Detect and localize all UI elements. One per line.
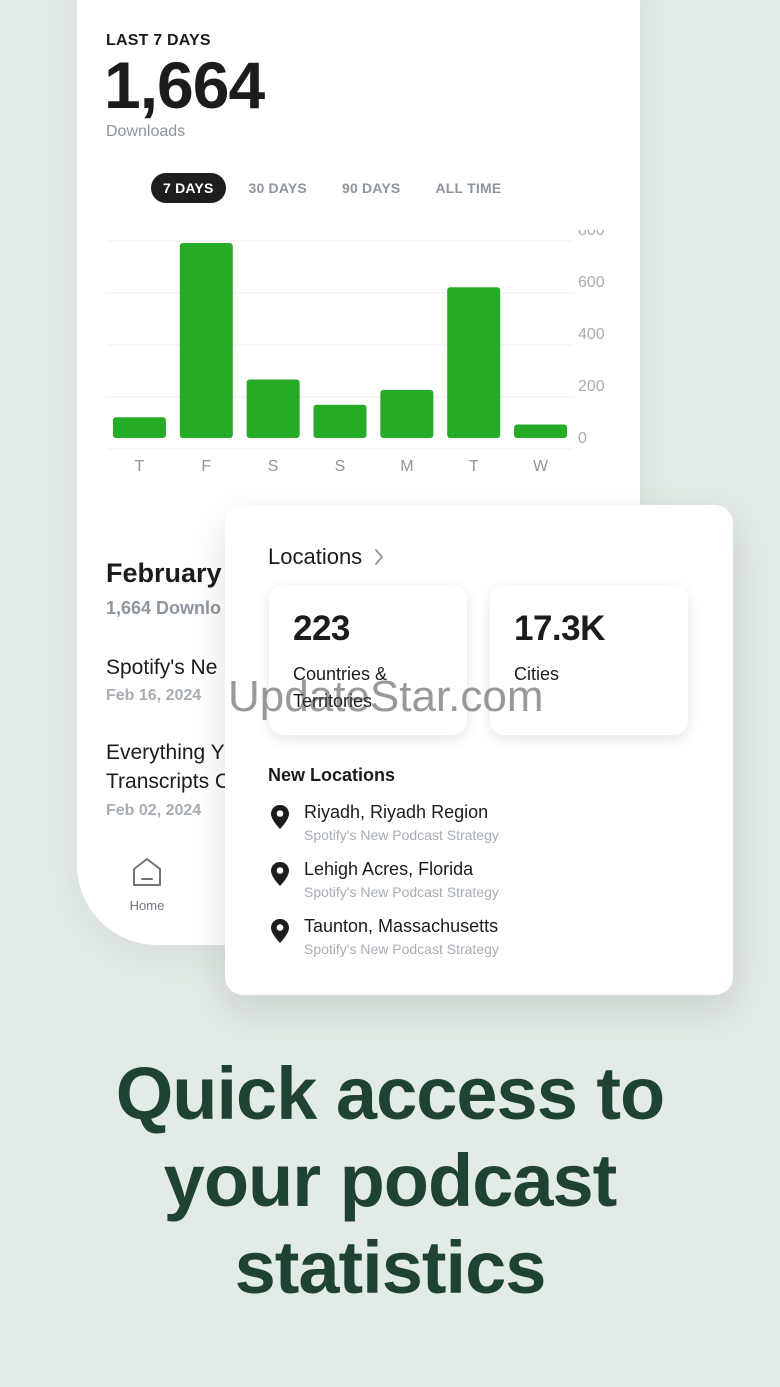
marketing-headline: Quick access to your podcast statistics [0,1050,780,1311]
list-item[interactable]: Riyadh, Riyadh Region Spotify's New Podc… [270,802,690,850]
home-tab-label: Home [129,898,165,913]
y-tick-label: 0 [578,430,587,447]
countries-count: 223 [293,609,350,648]
month-heading: February [106,558,222,588]
new-locations-title: New Locations [268,765,396,785]
location-show: Spotify's New Podcast Strategy [304,884,499,900]
cities-count: 17.3K [514,609,605,648]
headline-line: your podcast [163,1139,618,1222]
home-tab[interactable]: Home [127,857,167,913]
chevron-right-icon [375,549,384,565]
map-pin-icon [271,862,289,886]
tab-7-days[interactable]: 7 DAYS [151,173,226,203]
map-pin-icon [271,805,289,829]
location-name: Lehigh Acres, Florida [304,859,474,879]
chart-bar[interactable] [112,417,166,438]
locations-card: Locations 223 Countries & Territories 17… [225,505,733,995]
chart-bar[interactable] [179,243,233,438]
y-tick-label: 400 [578,326,605,343]
watermark: UpdateStar.com [228,672,544,721]
tab-90-days[interactable]: 90 DAYS [330,173,412,203]
tab-30-days[interactable]: 30 DAYS [237,173,319,203]
episode-title[interactable]: Spotify's Ne [106,653,217,682]
list-item[interactable]: Taunton, Massachusetts Spotify's New Pod… [270,916,690,964]
episode-date: Feb 02, 2024 [106,802,202,819]
locations-header[interactable]: Locations [268,544,384,570]
headline-line: statistics [234,1226,547,1309]
total-downloads: 1,664 [104,48,265,122]
location-name: Taunton, Massachusetts [304,916,499,936]
chart-bar[interactable] [313,404,367,438]
list-item[interactable]: Lehigh Acres, Florida Spotify's New Podc… [270,859,690,907]
location-show: Spotify's New Podcast Strategy [304,827,499,843]
location-name: Riyadh, Riyadh Region [304,802,489,822]
y-tick-label: 600 [578,274,605,291]
chart-bar[interactable] [380,389,434,438]
x-tick-label: S [335,458,346,475]
chart-bar[interactable] [447,287,501,438]
y-tick-label: 800 [578,230,605,239]
total-downloads-label: Downloads [106,123,186,140]
home-icon [133,858,161,886]
y-tick-label: 200 [578,378,605,395]
tab-all-time[interactable]: ALL TIME [423,173,513,203]
episode-date: Feb 16, 2024 [106,687,202,704]
x-tick-label: W [533,458,549,475]
downloads-chart: 800 600 400 200 0 T F S S M T W [77,230,640,520]
downloads-chart-svg: 800 600 400 200 0 T F S S M T W [106,230,605,475]
month-downloads: 1,664 Downlo [106,598,222,618]
x-tick-label: T [469,458,479,475]
x-tick-label: M [400,458,413,475]
location-show: Spotify's New Podcast Strategy [304,941,499,957]
chart-bar[interactable] [514,424,568,438]
x-tick-label: S [268,458,279,475]
range-tabs: 7 DAYS 30 DAYS 90 DAYS ALL TIME [151,173,524,203]
locations-title: Locations [268,544,363,569]
x-tick-label: F [201,458,211,475]
episode-title-line2[interactable]: Transcripts C [106,767,230,796]
headline-line: Quick access to [115,1052,666,1135]
chart-bar[interactable] [246,379,300,439]
episode-title[interactable]: Everything Y [106,738,225,767]
x-tick-label: T [135,458,145,475]
map-pin-icon [271,919,289,943]
